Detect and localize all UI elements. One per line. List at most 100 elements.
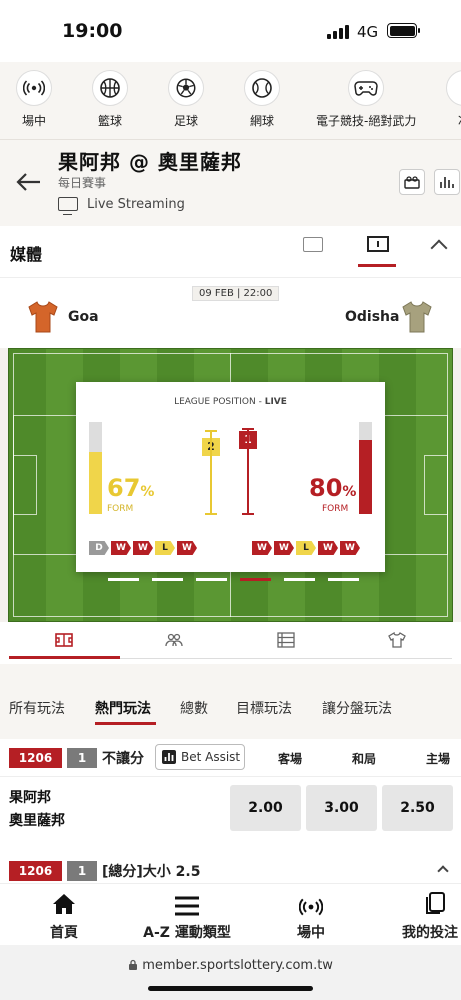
status-time: 19:00 bbox=[62, 20, 123, 42]
sport-tab-hockey[interactable]: 冰 bbox=[424, 70, 461, 129]
network-label: 4G bbox=[357, 23, 379, 41]
pitch-icon bbox=[55, 633, 73, 647]
team-name: 果阿邦 bbox=[9, 790, 51, 806]
bottom-nav: 首頁 A-Z 運動類型 場中 我的投注 bbox=[0, 883, 461, 945]
back-arrow-icon[interactable] bbox=[14, 170, 44, 194]
live-signal-icon bbox=[16, 70, 52, 106]
active-bet-tab-indicator bbox=[95, 722, 156, 725]
home-form-percent: 67% bbox=[107, 474, 155, 502]
carousel-dot[interactable] bbox=[196, 578, 227, 581]
battery-icon bbox=[387, 23, 420, 38]
media-label: 媒體 bbox=[10, 245, 43, 264]
tab-table[interactable] bbox=[277, 632, 295, 648]
bet-assist-label: Bet Assist bbox=[181, 750, 241, 764]
market-header: 1206 1 不讓分 Bet Assist 客場 和局 主場 bbox=[0, 739, 461, 777]
url-text[interactable]: member.sportslottery.com.tw bbox=[0, 958, 461, 973]
tab-totals[interactable]: 總數 bbox=[180, 698, 208, 718]
sport-tab-esports[interactable]: 電子競技-絕對武力 bbox=[316, 70, 416, 129]
hockey-icon bbox=[446, 70, 461, 106]
bar-chart-icon bbox=[440, 177, 454, 188]
media-bar: 媒體 bbox=[0, 226, 461, 278]
away-form-percent: 80% bbox=[309, 474, 357, 502]
nav-home[interactable]: 首頁 bbox=[44, 890, 84, 942]
market-number-badge: 1 bbox=[67, 748, 97, 768]
live-signal-icon bbox=[291, 890, 331, 916]
nav-my-bets[interactable]: 我的投注 bbox=[402, 890, 461, 942]
tab-pitch[interactable] bbox=[55, 632, 73, 648]
sport-tab-label: 網球 bbox=[249, 114, 274, 128]
live-streaming-link[interactable]: Live Streaming bbox=[87, 197, 185, 212]
nav-live[interactable]: 場中 bbox=[291, 890, 331, 942]
chevron-up-icon[interactable] bbox=[437, 865, 449, 877]
match-band: 09 FEB | 22:00 Goa Odisha bbox=[0, 278, 461, 348]
market-name: 不讓分 bbox=[102, 751, 144, 767]
pitch-icon[interactable] bbox=[367, 236, 389, 252]
lineup-icon bbox=[165, 633, 183, 647]
tab-popular-markets[interactable]: 熱門玩法 bbox=[95, 698, 151, 718]
odds-button-home[interactable]: 2.50 bbox=[382, 785, 453, 831]
tab-goal-markets[interactable]: 目標玩法 bbox=[236, 698, 292, 718]
chevron-up-icon[interactable] bbox=[430, 239, 448, 257]
lock-icon bbox=[129, 959, 138, 970]
home-indicator bbox=[148, 986, 313, 991]
market-row: 果阿邦 奧里薩邦 2.00 3.00 2.50 bbox=[0, 777, 461, 859]
bet-assist-button[interactable]: Bet Assist bbox=[155, 744, 245, 770]
tab-kit[interactable] bbox=[388, 631, 406, 648]
basketball-icon bbox=[92, 70, 128, 106]
result-chip: W bbox=[340, 541, 360, 555]
bar-chart-icon bbox=[162, 750, 176, 764]
result-chip: W bbox=[274, 541, 294, 555]
sport-tab-label: 場中 bbox=[21, 114, 46, 128]
home-recent-results: DWWLW bbox=[89, 541, 197, 555]
stats-button[interactable] bbox=[434, 169, 460, 195]
tv-icon[interactable] bbox=[303, 237, 323, 252]
carousel-dot[interactable] bbox=[284, 578, 315, 581]
sport-tab-basketball[interactable]: 籃球 bbox=[70, 70, 150, 129]
odds-button-away[interactable]: 2.00 bbox=[230, 785, 301, 831]
lineup-button[interactable] bbox=[399, 169, 425, 195]
result-chip: W bbox=[177, 541, 197, 555]
table-icon bbox=[277, 632, 295, 648]
market-name: [總分]大小 2.5 bbox=[102, 864, 201, 880]
result-chip: L bbox=[155, 541, 175, 555]
tab-all-markets[interactable]: 所有玩法 bbox=[9, 698, 65, 718]
page-subtitle: 每日賽事 bbox=[58, 176, 107, 190]
market-id-badge: 1206 bbox=[9, 748, 62, 768]
bet-slip-icon bbox=[402, 890, 461, 916]
team-name: 奧里薩邦 bbox=[9, 813, 65, 829]
away-recent-results: WWLWW bbox=[252, 541, 360, 555]
sport-tab-live[interactable]: 場中 bbox=[0, 70, 74, 129]
carousel-dot[interactable] bbox=[240, 578, 271, 581]
column-header-draw: 和局 bbox=[352, 752, 377, 766]
column-header-away: 客場 bbox=[278, 752, 303, 766]
carousel-dots[interactable] bbox=[108, 578, 359, 581]
result-chip: W bbox=[318, 541, 338, 555]
sport-tab-tennis[interactable]: 網球 bbox=[222, 70, 302, 129]
view-tabs bbox=[0, 622, 461, 664]
result-chip: L bbox=[296, 541, 316, 555]
match-header: 果阿邦 @ 奧里薩邦 每日賽事 Live Streaming bbox=[0, 140, 461, 226]
market-header[interactable]: 1206 1 [總分]大小 2.5 bbox=[0, 859, 461, 883]
carousel-dot[interactable] bbox=[108, 578, 139, 581]
result-chip: W bbox=[252, 541, 272, 555]
odds-button-draw[interactable]: 3.00 bbox=[306, 785, 377, 831]
away-form-label: FORM bbox=[322, 504, 349, 514]
carousel-dot[interactable] bbox=[328, 578, 359, 581]
tab-lineup[interactable] bbox=[165, 632, 183, 648]
signal-icon bbox=[327, 25, 349, 39]
home-form-bar bbox=[89, 422, 102, 514]
home-team-name: Goa bbox=[68, 309, 99, 325]
away-form-bar bbox=[359, 422, 372, 514]
carousel-dot[interactable] bbox=[152, 578, 183, 581]
home-icon bbox=[44, 890, 84, 916]
tab-handicap-markets[interactable]: 讓分盤玩法 bbox=[322, 698, 392, 718]
sport-tab-soccer[interactable]: 足球 bbox=[146, 70, 226, 129]
soccer-ball-icon bbox=[168, 70, 204, 106]
nav-sports-az[interactable]: A-Z 運動類型 bbox=[137, 890, 237, 942]
tv-icon bbox=[58, 197, 78, 215]
match-date: 09 FEB | 22:00 bbox=[192, 286, 280, 301]
market-number-badge: 1 bbox=[67, 861, 97, 881]
sports-tabs: 場中 籃球 足球 網球 電子競技-絕對武力 冰 bbox=[0, 62, 461, 140]
browser-url-bar: member.sportslottery.com.tw bbox=[0, 945, 461, 1000]
sport-tab-label: 冰 bbox=[424, 112, 461, 129]
